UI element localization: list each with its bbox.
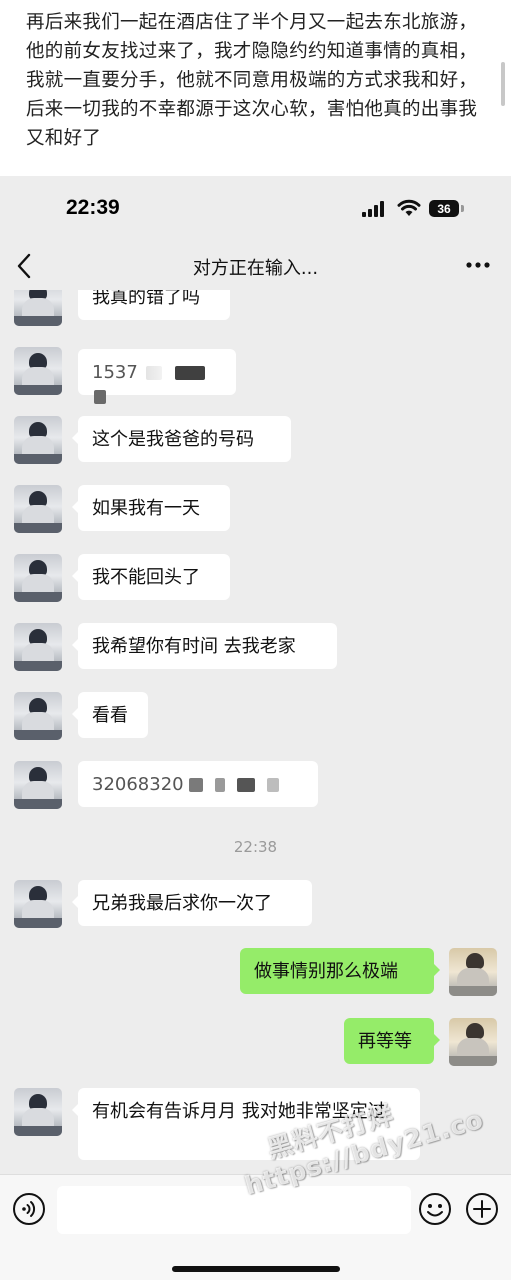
- battery-cap: [461, 205, 464, 212]
- status-time: 22:39: [66, 196, 120, 219]
- message-timestamp: 22:38: [233, 838, 278, 856]
- message-text: 看看: [92, 705, 128, 726]
- caption-text: 再后来我们一起在酒店住了半个月又一起去东北旅游，他的前女友找过来了，我才隐隐约约…: [26, 12, 478, 149]
- home-indicator: [172, 1266, 340, 1272]
- emoji-icon[interactable]: [418, 1192, 452, 1226]
- message-text: 我不能回头了: [92, 567, 200, 588]
- more-dots-icon[interactable]: [466, 262, 490, 268]
- message-text: 这个是我爸爸的号码: [92, 429, 254, 450]
- my-avatar[interactable]: [449, 1018, 497, 1066]
- wifi-icon: [397, 199, 421, 216]
- contact-avatar[interactable]: [14, 554, 62, 602]
- caption-scrollbar[interactable]: [501, 62, 505, 106]
- plus-icon[interactable]: [465, 1192, 499, 1226]
- chat-message-list[interactable]: 我真的错了吗 1537 这个是我爸爸的号码 如果我有一天 我不能回头了 我希望你…: [0, 290, 511, 1174]
- battery-icon: 36: [429, 200, 459, 217]
- contact-avatar[interactable]: [14, 880, 62, 928]
- my-message-bubble[interactable]: 做事情别那么极端: [240, 948, 440, 994]
- status-bar: 22:39 36: [0, 176, 511, 242]
- redaction-blur: [189, 778, 204, 792]
- message-text: 再等等: [358, 1031, 412, 1052]
- message-bubble[interactable]: 看看: [72, 692, 148, 738]
- redaction-blur: [94, 390, 106, 404]
- contact-avatar[interactable]: [14, 1088, 62, 1136]
- message-bubble[interactable]: 我希望你有时间 去我老家: [72, 623, 337, 669]
- voice-icon[interactable]: [12, 1192, 46, 1226]
- message-text: 有机会有告诉月月 我对她非常坚定过: [92, 1101, 386, 1122]
- redaction-blur: [145, 366, 162, 380]
- message-text: 32068320: [92, 774, 184, 795]
- cellular-signal-icon: [362, 201, 384, 217]
- contact-avatar[interactable]: [14, 761, 62, 809]
- contact-avatar[interactable]: [14, 290, 62, 326]
- post-caption: 再后来我们一起在酒店住了半个月又一起去东北旅游，他的前女友找过来了，我才隐隐约约…: [0, 0, 511, 176]
- battery-level: 36: [437, 201, 451, 216]
- message-bubble[interactable]: 如果我有一天: [72, 485, 230, 531]
- message-bubble[interactable]: 兄弟我最后求你一次了: [72, 880, 312, 926]
- redaction-blur: [266, 778, 279, 792]
- contact-avatar[interactable]: [14, 347, 62, 395]
- message-text: 我真的错了吗: [92, 290, 200, 308]
- message-text: 兄弟我最后求你一次了: [92, 893, 272, 914]
- redaction-blur: [215, 778, 226, 792]
- message-text: 如果我有一天: [92, 498, 200, 519]
- contact-avatar[interactable]: [14, 623, 62, 671]
- chat-input-bar: [0, 1174, 511, 1280]
- message-bubble[interactable]: 这个是我爸爸的号码: [72, 416, 291, 462]
- my-message-bubble[interactable]: 再等等: [344, 1018, 440, 1064]
- message-input[interactable]: [57, 1186, 411, 1234]
- message-text: 做事情别那么极端: [254, 961, 398, 982]
- my-avatar[interactable]: [449, 948, 497, 996]
- contact-avatar[interactable]: [14, 485, 62, 533]
- contact-avatar[interactable]: [14, 416, 62, 464]
- chat-title: 对方正在输入...: [192, 258, 319, 279]
- message-bubble[interactable]: 1537: [78, 349, 236, 404]
- message-text: 1537: [92, 362, 138, 383]
- message-bubble[interactable]: 32068320: [78, 761, 318, 807]
- redaction-blur: [236, 778, 255, 792]
- message-text: 我希望你有时间 去我老家: [92, 636, 296, 657]
- chat-header: 对方正在输入...: [0, 242, 511, 290]
- redaction-blur: [175, 366, 206, 380]
- message-bubble[interactable]: 我真的错了吗: [78, 290, 230, 320]
- contact-avatar[interactable]: [14, 692, 62, 740]
- message-bubble[interactable]: 我不能回头了: [72, 554, 230, 600]
- message-bubble[interactable]: 有机会有告诉月月 我对她非常坚定过: [72, 1088, 420, 1160]
